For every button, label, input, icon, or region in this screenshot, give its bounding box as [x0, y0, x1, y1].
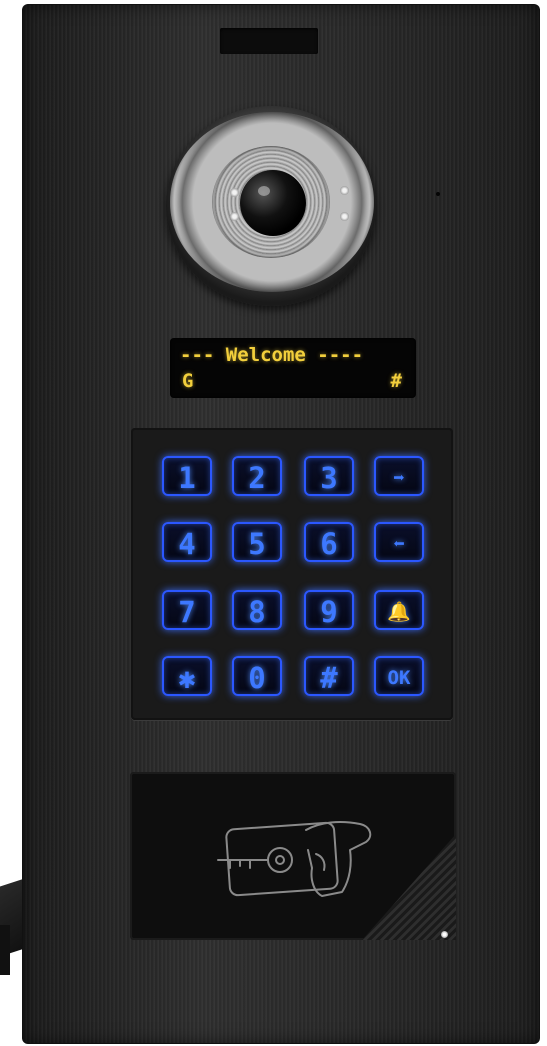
- key-star[interactable]: ✱: [162, 656, 212, 696]
- camera-lens-icon: [240, 170, 306, 236]
- bell-icon[interactable]: 🔔: [374, 590, 424, 630]
- ir-led: [340, 212, 349, 221]
- pinhole-sensor: [436, 192, 440, 196]
- key-3[interactable]: 3: [304, 456, 354, 496]
- display-right-indicator: #: [390, 370, 402, 392]
- microphone-slot: [220, 28, 318, 54]
- oled-display: --- Welcome ---- G #: [170, 338, 416, 398]
- display-left-indicator: G: [182, 370, 194, 392]
- key-8[interactable]: 8: [232, 590, 282, 630]
- key-4[interactable]: 4: [162, 522, 212, 562]
- lens-glint: [258, 186, 270, 196]
- key-6[interactable]: 6: [304, 522, 354, 562]
- ir-led: [230, 212, 239, 221]
- arrow-right-icon[interactable]: ➡: [374, 456, 424, 496]
- key-0[interactable]: 0: [232, 656, 282, 696]
- key-2[interactable]: 2: [232, 456, 282, 496]
- key-1[interactable]: 1: [162, 456, 212, 496]
- key-ok[interactable]: OK: [374, 656, 424, 696]
- key-7[interactable]: 7: [162, 590, 212, 630]
- card-key-hand-icon: [217, 821, 372, 897]
- key-9[interactable]: 9: [304, 590, 354, 630]
- status-led: [441, 931, 448, 938]
- key-5[interactable]: 5: [232, 522, 282, 562]
- mounting-bracket-leg: [0, 925, 10, 975]
- ir-led: [230, 188, 239, 197]
- display-welcome-line: --- Welcome ----: [180, 344, 364, 366]
- key-hash[interactable]: #: [304, 656, 354, 696]
- ir-led: [340, 186, 349, 195]
- arrow-left-icon[interactable]: ⬅: [374, 522, 424, 562]
